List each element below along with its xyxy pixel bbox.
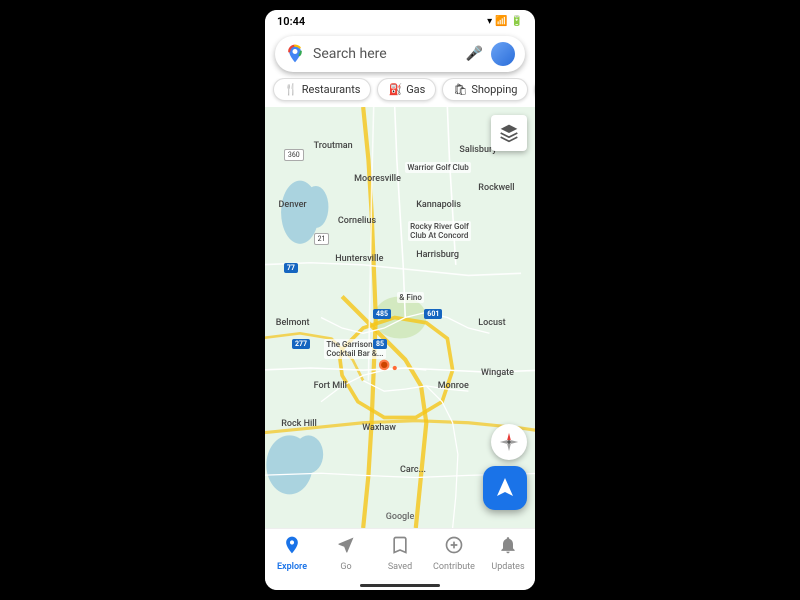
- nav-explore[interactable]: Explore: [265, 535, 319, 572]
- route-277: 277: [292, 339, 310, 349]
- wifi-icon: ▾: [487, 16, 492, 27]
- updates-icon: [498, 535, 518, 560]
- status-icons: ▾ 📶 🔋: [487, 16, 523, 27]
- search-input-container[interactable]: Search here 🎤: [275, 36, 525, 72]
- go-label: Go: [340, 562, 351, 572]
- category-pill-gas[interactable]: ⛽ Gas: [377, 78, 436, 101]
- restaurants-label: Restaurants: [302, 83, 361, 96]
- layers-icon: [499, 123, 519, 143]
- nav-updates[interactable]: Updates: [481, 535, 535, 572]
- gas-label: Gas: [406, 83, 425, 96]
- home-indicator: [265, 580, 535, 590]
- layers-button[interactable]: [491, 115, 527, 151]
- route-360: 360: [284, 149, 304, 161]
- navigation-icon: [493, 476, 517, 500]
- shopping-label: Shopping: [471, 83, 517, 96]
- go-icon: [336, 535, 356, 560]
- search-input[interactable]: Search here: [313, 46, 458, 62]
- saved-label: Saved: [388, 562, 412, 572]
- compass-icon: [498, 431, 520, 453]
- avatar[interactable]: [491, 42, 515, 66]
- nav-contribute[interactable]: Contribute: [427, 535, 481, 572]
- map-svg: [265, 107, 535, 528]
- status-time: 10:44: [277, 15, 305, 28]
- saved-icon: [390, 535, 410, 560]
- explore-icon: [282, 535, 302, 560]
- restaurants-icon: 🍴: [284, 83, 298, 96]
- mic-icon[interactable]: 🎤: [466, 46, 483, 62]
- map-area[interactable]: Troutman Mooresville Salisbury Cornelius…: [265, 107, 535, 528]
- google-watermark: Google: [386, 512, 415, 522]
- contribute-label: Contribute: [433, 562, 475, 572]
- route-601: 601: [424, 309, 442, 319]
- route-77: 77: [284, 263, 298, 273]
- signal-icon: 📶: [495, 16, 507, 27]
- shopping-icon: 🛍: [453, 83, 467, 96]
- nav-go[interactable]: Go: [319, 535, 373, 572]
- category-pill-shopping[interactable]: 🛍 Shopping: [442, 78, 528, 101]
- route-485: 485: [373, 309, 391, 319]
- avatar-image: [491, 42, 515, 66]
- route-21: 21: [314, 233, 330, 245]
- compass-button[interactable]: [491, 424, 527, 460]
- gas-icon: ⛽: [388, 83, 402, 96]
- category-bar: 🍴 Restaurants ⛽ Gas 🛍 Shopping 🏨 Hote...: [265, 78, 535, 107]
- route-85: 85: [373, 339, 387, 349]
- nav-saved[interactable]: Saved: [373, 535, 427, 572]
- home-bar: [360, 584, 440, 587]
- google-maps-logo-icon: [285, 44, 305, 64]
- explore-label: Explore: [277, 562, 307, 572]
- bottom-nav: Explore Go Saved Contribute Updates: [265, 528, 535, 580]
- updates-label: Updates: [491, 562, 524, 572]
- contribute-icon: [444, 535, 464, 560]
- category-pill-hotels[interactable]: 🏨 Hote...: [534, 78, 535, 101]
- category-pill-restaurants[interactable]: 🍴 Restaurants: [273, 78, 371, 101]
- battery-icon: 🔋: [511, 16, 523, 27]
- location-fab-button[interactable]: [483, 466, 527, 510]
- phone-frame: 10:44 ▾ 📶 🔋 Search here 🎤: [265, 10, 535, 590]
- status-bar: 10:44 ▾ 📶 🔋: [265, 10, 535, 32]
- search-bar: Search here 🎤: [265, 32, 535, 78]
